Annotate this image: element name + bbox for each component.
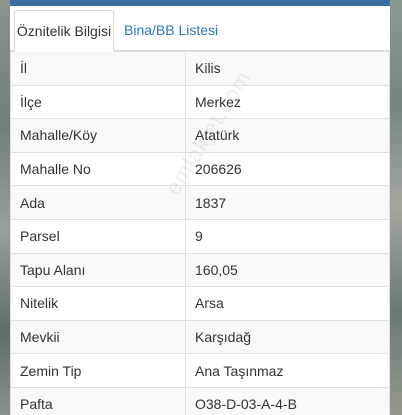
row-label: İlçe <box>10 84 186 120</box>
tab-building-list[interactable]: Bina/BB Listesi <box>124 10 218 50</box>
row-value: O38-D-03-A-4-B <box>185 386 390 415</box>
row-value: Kilis <box>185 51 390 86</box>
row-label: Nitelik <box>10 286 186 321</box>
table-row-province: İl Kilis <box>10 51 390 86</box>
table-row-deed-area: Tapu Alanı 160,05 <box>10 252 390 288</box>
row-value: Merkez <box>185 84 390 120</box>
tab-bar: Öznitelik Bilgisi Bina/BB Listesi <box>10 6 390 52</box>
row-label: Zemin Tip <box>10 353 186 388</box>
map-background-left <box>0 0 10 415</box>
table-row-block: Ada 1837 <box>10 185 390 220</box>
table-row-neighborhood: Mahalle/Köy Atatürk <box>10 118 390 153</box>
row-value: 160,05 <box>185 252 390 288</box>
table-row-ground-type: Zemin Tip Ana Taşınmaz <box>10 353 390 388</box>
table-row-parcel: Parsel 9 <box>10 218 390 254</box>
row-value: Ana Taşınmaz <box>185 353 390 388</box>
row-value: Arsa <box>185 286 390 321</box>
row-value: 206626 <box>185 151 390 187</box>
row-value: Karşıdağ <box>185 319 390 355</box>
table-row-district: İlçe Merkez <box>10 84 390 120</box>
row-label: Mahalle/Köy <box>10 118 186 153</box>
row-label: Mevkii <box>10 319 186 355</box>
row-label: Parsel <box>10 218 186 254</box>
row-label: Mahalle No <box>10 151 186 187</box>
map-background-right <box>390 0 402 415</box>
row-label: İl <box>10 51 186 86</box>
row-value: 9 <box>185 218 390 254</box>
tab-attribute-info[interactable]: Öznitelik Bilgisi <box>14 10 114 52</box>
row-value: Atatürk <box>185 118 390 153</box>
row-label: Tapu Alanı <box>10 252 186 288</box>
table-row-map-sheet: Pafta O38-D-03-A-4-B <box>10 386 390 415</box>
row-value: 1837 <box>185 185 390 220</box>
parcel-info-panel: Öznitelik Bilgisi Bina/BB Listesi İl Kil… <box>10 6 390 415</box>
row-label: Pafta <box>10 386 186 415</box>
table-row-neighborhood-no: Mahalle No 206626 <box>10 151 390 187</box>
table-row-quality: Nitelik Arsa <box>10 286 390 321</box>
table-row-locality: Mevkii Karşıdağ <box>10 319 390 355</box>
attribute-table: İl Kilis İlçe Merkez Mahalle/Köy Atatürk… <box>10 51 390 415</box>
row-label: Ada <box>10 185 186 220</box>
